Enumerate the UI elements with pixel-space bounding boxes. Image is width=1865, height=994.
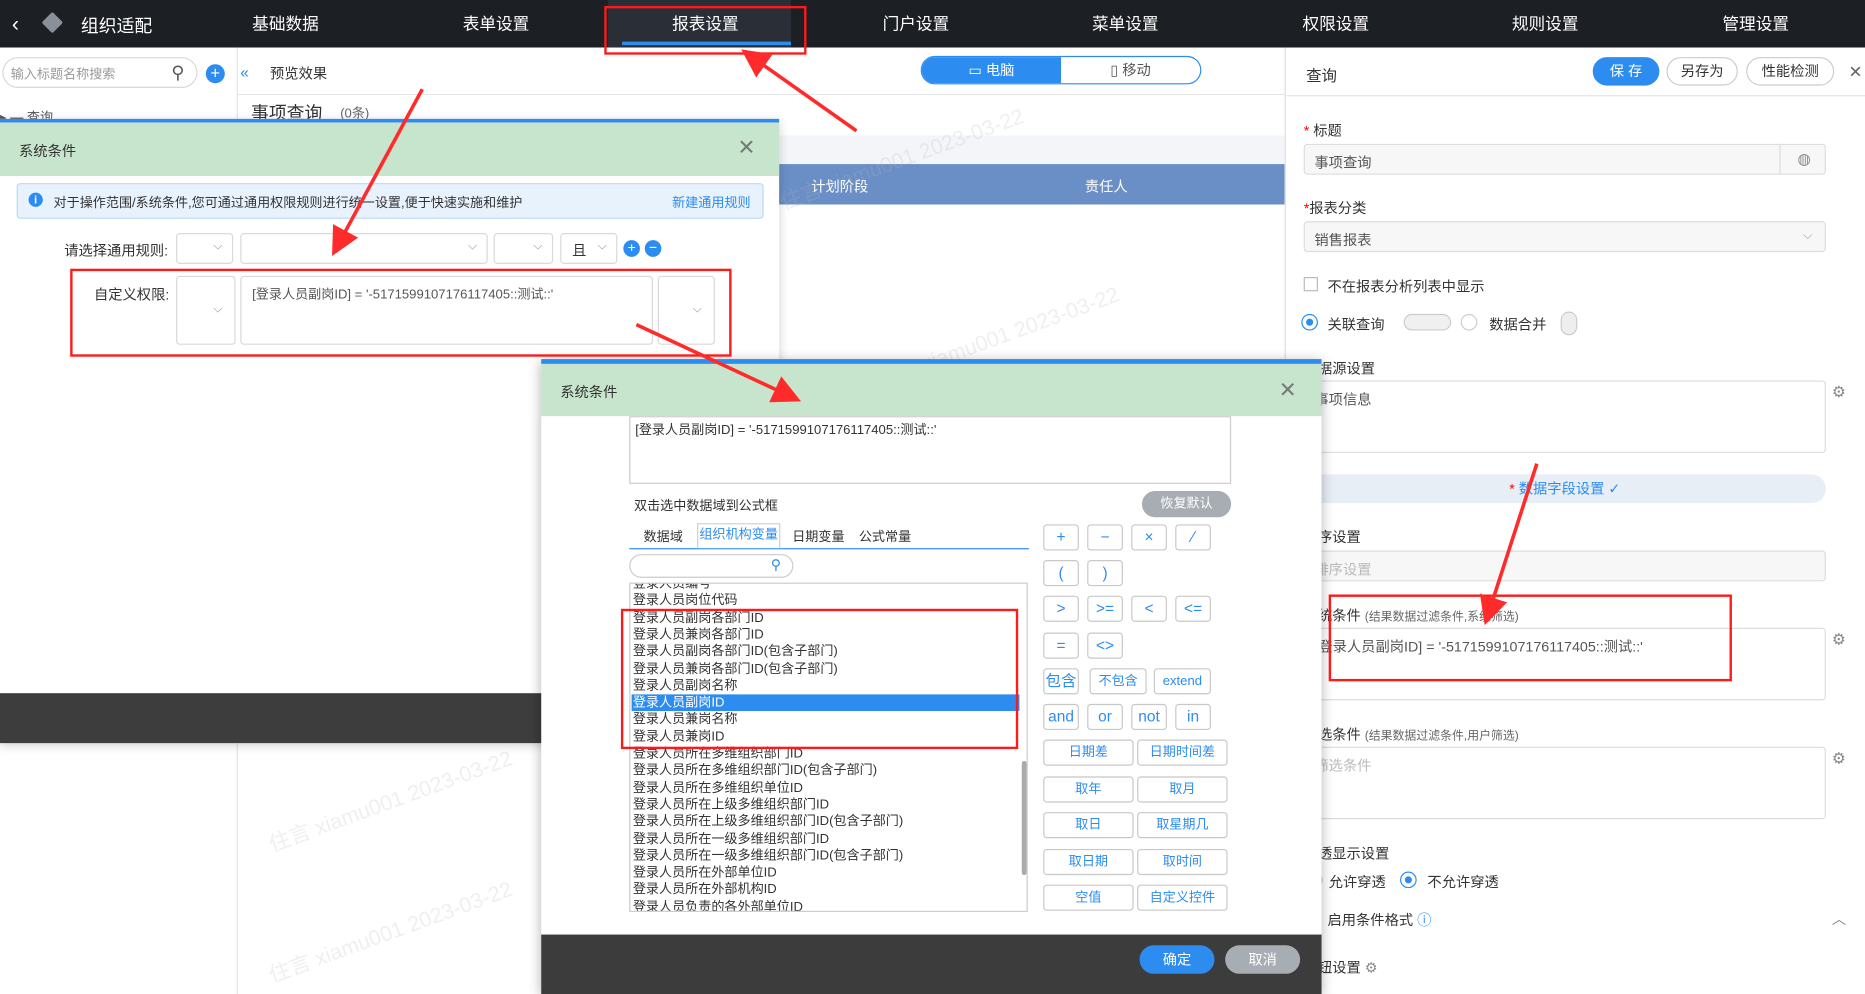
arrow-to-report-tab xyxy=(741,49,858,133)
arrow-to-editor xyxy=(635,322,802,403)
annotation-arrows xyxy=(332,49,1539,626)
arrow-to-rule xyxy=(332,88,424,256)
arrow-to-system-condition xyxy=(1479,463,1539,626)
